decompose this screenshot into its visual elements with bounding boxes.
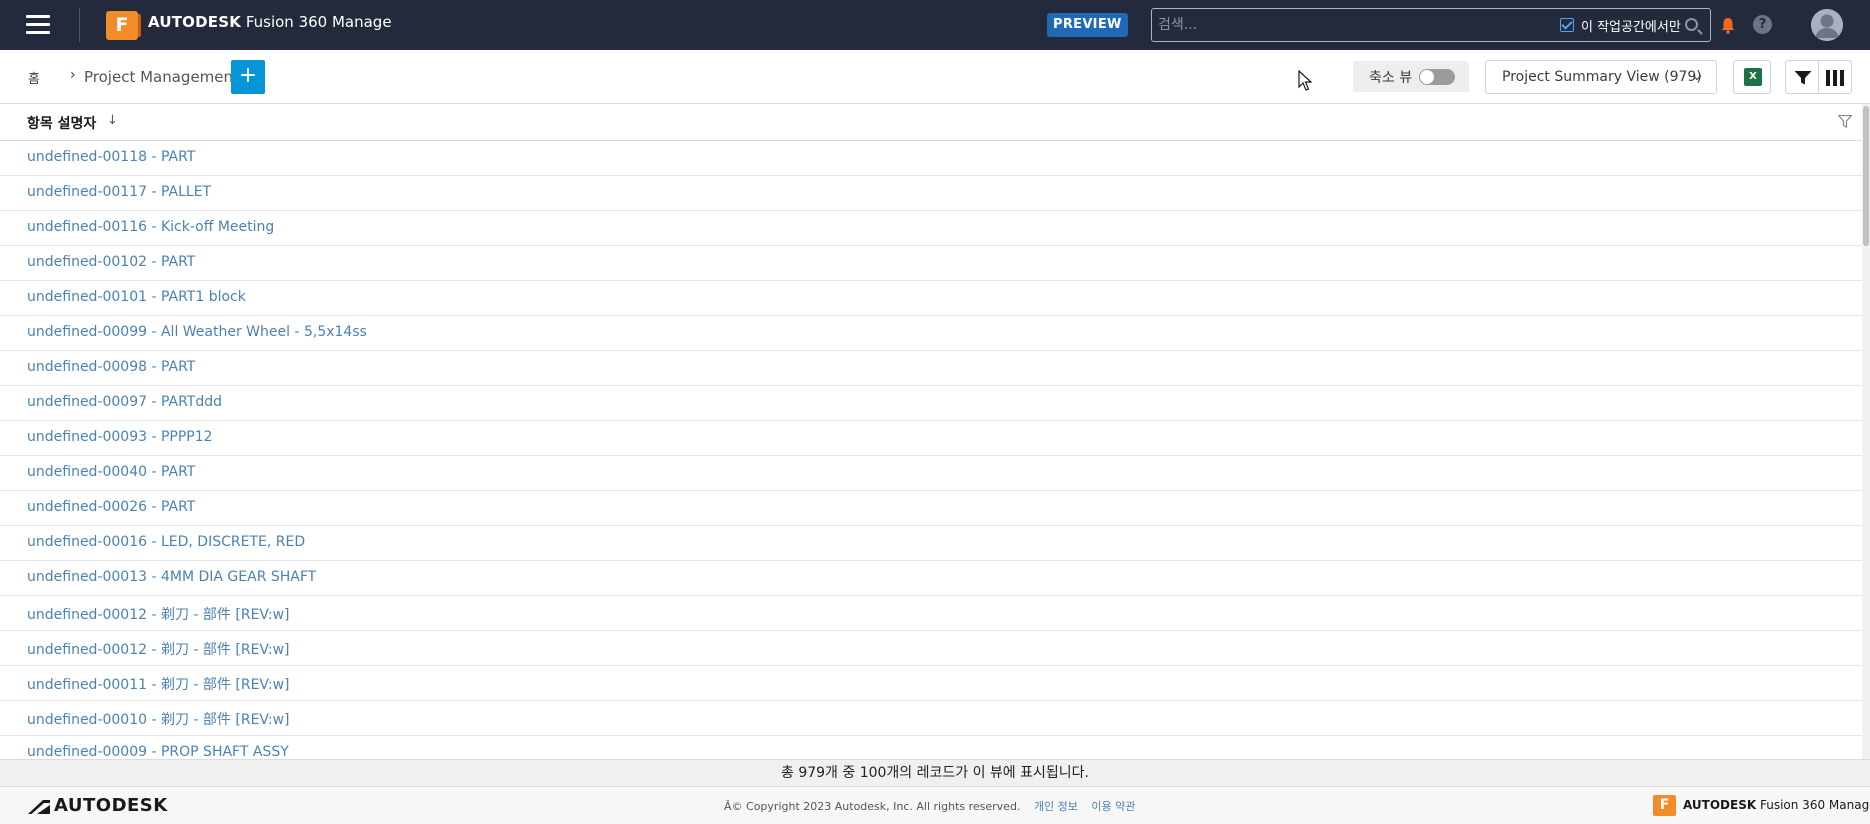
export-excel-button[interactable]: X xyxy=(1733,60,1771,94)
preview-badge[interactable]: PREVIEW xyxy=(1047,13,1128,37)
record-link[interactable]: undefined-00012 - 剃刀 - 部件 [REV:w] xyxy=(27,604,289,624)
filter-icon xyxy=(1794,71,1812,85)
copyright-text: Â© Copyright 2023 Autodesk, Inc. All rig… xyxy=(724,800,1021,813)
table-row: undefined-00118 - PART xyxy=(0,141,1862,176)
table-header: 항목 설명자 ↓ xyxy=(0,104,1862,141)
record-link[interactable]: undefined-00013 - 4MM DIA GEAR SHAFT xyxy=(27,569,316,585)
footer-legal: Â© Copyright 2023 Autodesk, Inc. All rig… xyxy=(724,798,1135,814)
footer: AUTODESK Â© Copyright 2023 Autodesk, Inc… xyxy=(0,786,1870,824)
workspace-only-checkbox[interactable] xyxy=(1560,18,1574,32)
table-row: undefined-00012 - 剃刀 - 部件 [REV:w] xyxy=(0,596,1862,631)
record-link[interactable]: undefined-00026 - PART xyxy=(27,499,195,515)
table-rows: undefined-00118 - PART undefined-00117 -… xyxy=(0,141,1862,759)
footer-product-name: AUTODESK Fusion 360 Manage xyxy=(1683,798,1870,812)
table-row: undefined-00098 - PART xyxy=(0,351,1862,386)
record-link[interactable]: undefined-00098 - PART xyxy=(27,359,195,375)
table-row: undefined-00026 - PART xyxy=(0,491,1862,526)
view-selector-label: Project Summary View (979) xyxy=(1502,69,1702,85)
compact-view-toggle[interactable]: 축소 뷰 xyxy=(1353,61,1469,92)
table-row: undefined-00099 - All Weather Wheel - 5,… xyxy=(0,316,1862,351)
view-selector[interactable]: Project Summary View (979) xyxy=(1485,60,1717,94)
app-title[interactable]: AUTODESK Fusion 360 Manage xyxy=(148,13,392,31)
table-row: undefined-00102 - PART xyxy=(0,246,1862,281)
search-icon[interactable] xyxy=(1685,18,1698,31)
table-row: undefined-00010 - 剃刀 - 部件 [REV:w] xyxy=(0,701,1862,736)
record-count-status: 총 979개 중 100개의 레코드가 이 뷰에 표시됩니다. xyxy=(0,759,1870,786)
record-link[interactable]: undefined-00009 - PROP SHAFT ASSY xyxy=(27,744,289,759)
record-link[interactable]: undefined-00118 - PART xyxy=(27,149,195,165)
footer-fusion-logo-icon: F xyxy=(1653,795,1676,816)
toggle-switch[interactable] xyxy=(1419,69,1455,85)
record-link[interactable]: undefined-00101 - PART1 block xyxy=(27,289,246,305)
toolbar: 홈 › Project Management + 축소 뷰 Project Su… xyxy=(0,50,1870,104)
compact-view-label: 축소 뷰 xyxy=(1369,70,1413,86)
bell-icon[interactable] xyxy=(1721,17,1735,34)
records-table: 항목 설명자 ↓ undefined-00118 - PART undefine… xyxy=(0,104,1862,759)
columns-icon xyxy=(1826,70,1844,86)
excel-icon: X xyxy=(1744,68,1762,86)
hamburger-menu-icon[interactable] xyxy=(26,15,50,35)
record-link[interactable]: undefined-00040 - PART xyxy=(27,464,195,480)
footer-product: Fusion 360 Manage xyxy=(1759,798,1870,812)
breadcrumb[interactable]: Project Management xyxy=(84,68,239,86)
app-product: Fusion 360 Manage xyxy=(245,13,392,31)
terms-link[interactable]: 이용 약관 xyxy=(1091,800,1135,813)
top-navigation-bar: F AUTODESK Fusion 360 Manage PREVIEW 이 작… xyxy=(0,0,1870,50)
record-link[interactable]: undefined-00099 - All Weather Wheel - 5,… xyxy=(27,324,367,340)
filter-button[interactable] xyxy=(1785,60,1819,94)
columns-button[interactable] xyxy=(1818,60,1852,94)
search-box: 이 작업공간에서만 xyxy=(1151,8,1711,42)
table-row: undefined-00040 - PART xyxy=(0,456,1862,491)
table-row: undefined-00012 - 剃刀 - 部件 [REV:w] xyxy=(0,631,1862,666)
table-row: undefined-00101 - PART1 block xyxy=(0,281,1862,316)
table-row: undefined-00093 - PPPP12 xyxy=(0,421,1862,456)
table-row: undefined-00117 - PALLET xyxy=(0,176,1862,211)
footer-brand: AUTODESK xyxy=(1683,798,1757,812)
sort-arrow-icon[interactable]: ↓ xyxy=(107,113,118,128)
column-header-descriptor[interactable]: 항목 설명자 xyxy=(27,113,96,133)
record-link[interactable]: undefined-00010 - 剃刀 - 部件 [REV:w] xyxy=(27,709,289,729)
record-link[interactable]: undefined-00097 - PARTddd xyxy=(27,394,222,410)
column-filter-icon[interactable] xyxy=(1838,115,1852,128)
add-item-button[interactable]: + xyxy=(231,60,265,94)
avatar[interactable] xyxy=(1811,9,1843,41)
table-row: undefined-00097 - PARTddd xyxy=(0,386,1862,421)
search-input[interactable] xyxy=(1158,15,1518,35)
table-row: undefined-00013 - 4MM DIA GEAR SHAFT xyxy=(0,561,1862,596)
app-brand: AUTODESK xyxy=(148,13,242,31)
record-link[interactable]: undefined-00016 - LED, DISCRETE, RED xyxy=(27,534,305,550)
topbar-divider xyxy=(79,8,80,42)
vertical-scrollbar[interactable] xyxy=(1862,104,1870,759)
help-icon[interactable]: ? xyxy=(1753,15,1772,34)
record-link[interactable]: undefined-00093 - PPPP12 xyxy=(27,429,213,445)
footer-autodesk-logo[interactable]: AUTODESK xyxy=(28,795,168,816)
privacy-link[interactable]: 개인 정보 xyxy=(1034,800,1078,813)
workspace-only-label[interactable]: 이 작업공간에서만 xyxy=(1581,16,1681,35)
table-row: undefined-00009 - PROP SHAFT ASSY xyxy=(0,736,1862,759)
mouse-cursor-icon xyxy=(1298,70,1312,91)
record-link[interactable]: undefined-00011 - 剃刀 - 部件 [REV:w] xyxy=(27,674,289,694)
fusion-logo-icon[interactable]: F xyxy=(106,11,141,40)
toggle-knob xyxy=(1420,70,1434,84)
record-link[interactable]: undefined-00102 - PART xyxy=(27,254,195,270)
table-row: undefined-00011 - 剃刀 - 部件 [REV:w] xyxy=(0,666,1862,701)
table-row: undefined-00116 - Kick-off Meeting xyxy=(0,211,1862,246)
record-link[interactable]: undefined-00117 - PALLET xyxy=(27,184,211,200)
table-row: undefined-00016 - LED, DISCRETE, RED xyxy=(0,526,1862,561)
record-link[interactable]: undefined-00116 - Kick-off Meeting xyxy=(27,219,274,235)
breadcrumb-separator: › xyxy=(70,67,76,83)
scrollbar-thumb[interactable] xyxy=(1863,106,1869,246)
record-link[interactable]: undefined-00012 - 剃刀 - 部件 [REV:w] xyxy=(27,639,289,659)
home-icon[interactable]: 홈 xyxy=(28,68,42,87)
